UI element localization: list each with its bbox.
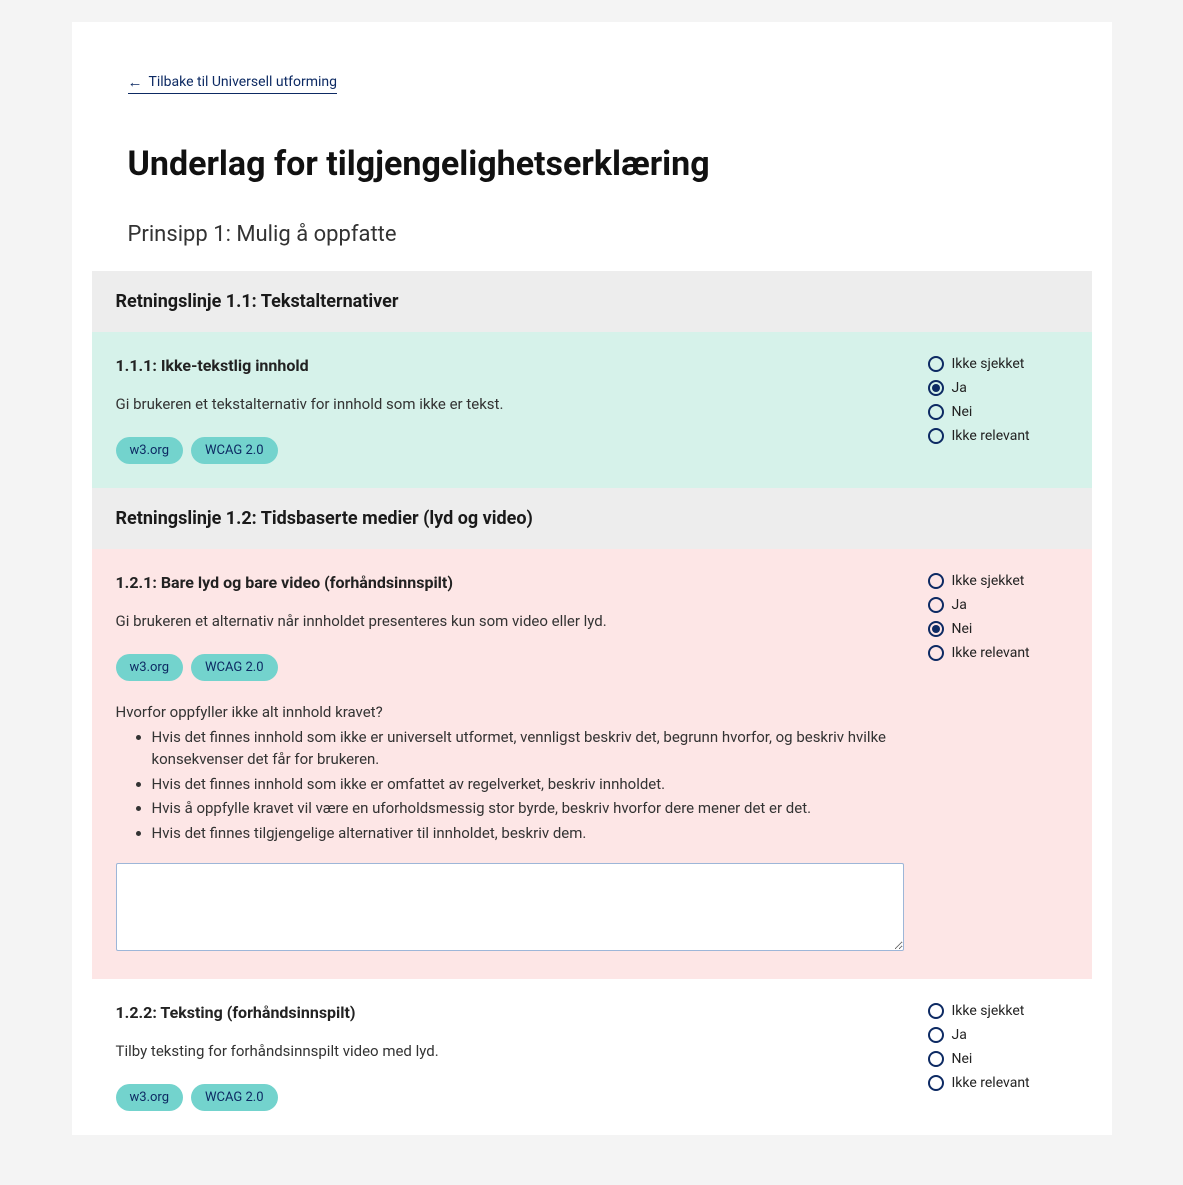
followup-bullet: Hvis å oppfylle kravet vil være en uforh… — [152, 798, 904, 820]
radio-label: Ja — [952, 597, 967, 613]
radio-icon — [928, 380, 944, 396]
back-link-label: Tilbake til Universell utforming — [149, 74, 338, 90]
followup-bullet: Hvis det finnes innhold som ikke er univ… — [152, 727, 904, 771]
criterion-block: 1.2.1: Bare lyd og bare video (forhåndsi… — [92, 549, 1092, 979]
guideline-header: Retningslinje 1.1: Tekstalternativer — [92, 271, 1092, 332]
tag-wcag[interactable]: WCAG 2.0 — [191, 437, 278, 464]
back-link[interactable]: ← Tilbake til Universell utforming — [128, 73, 338, 94]
radio-icon — [928, 1075, 944, 1091]
criterion-title: 1.2.2: Teksting (forhåndsinnspilt) — [116, 1003, 904, 1022]
criterion-title: 1.1.1: Ikke-tekstlig innhold — [116, 356, 904, 375]
radio-not-checked[interactable]: Ikke sjekket — [928, 573, 1068, 589]
radio-icon — [928, 428, 944, 444]
followup-bullet: Hvis det finnes innhold som ikke er omfa… — [152, 774, 904, 796]
radio-no[interactable]: Nei — [928, 1051, 1068, 1067]
radio-icon — [928, 597, 944, 613]
criterion-title: 1.2.1: Bare lyd og bare video (forhåndsi… — [116, 573, 904, 592]
radio-not-relevant[interactable]: Ikke relevant — [928, 428, 1068, 444]
radio-not-checked[interactable]: Ikke sjekket — [928, 1003, 1068, 1019]
radio-not-checked[interactable]: Ikke sjekket — [928, 356, 1068, 372]
radio-icon — [928, 573, 944, 589]
radio-icon — [928, 404, 944, 420]
tag-wcag[interactable]: WCAG 2.0 — [191, 654, 278, 681]
radio-label: Ikke relevant — [952, 428, 1030, 444]
radio-label: Ikke sjekket — [952, 573, 1025, 589]
followup-prompt: Hvorfor oppfyller ikke alt innhold krave… — [116, 703, 904, 721]
radio-group: Ikke sjekket Ja Nei Ikke relevant — [928, 356, 1068, 444]
tag-wcag[interactable]: WCAG 2.0 — [191, 1084, 278, 1111]
radio-label: Ikke sjekket — [952, 356, 1025, 372]
radio-label: Ikke relevant — [952, 1075, 1030, 1091]
followup-bullet: Hvis det finnes tilgjengelige alternativ… — [152, 823, 904, 845]
principle-heading: Prinsipp 1: Mulig å oppfatte — [128, 222, 1056, 247]
radio-icon — [928, 1003, 944, 1019]
radio-group: Ikke sjekket Ja Nei Ikke relevant — [928, 573, 1068, 661]
radio-label: Ja — [952, 380, 967, 396]
followup-textarea[interactable] — [116, 863, 904, 951]
radio-label: Ikke relevant — [952, 645, 1030, 661]
radio-yes[interactable]: Ja — [928, 380, 1068, 396]
radio-yes[interactable]: Ja — [928, 1027, 1068, 1043]
radio-label: Nei — [952, 621, 973, 637]
criterion-name: Ikke-tekstlig innhold — [161, 356, 309, 375]
followup-section: Hvorfor oppfyller ikke alt innhold krave… — [116, 703, 904, 955]
radio-label: Ikke sjekket — [952, 1003, 1025, 1019]
arrow-left-icon: ← — [128, 73, 143, 91]
radio-not-relevant[interactable]: Ikke relevant — [928, 645, 1068, 661]
radio-icon — [928, 356, 944, 372]
criterion-description: Gi brukeren et alternativ når innholdet … — [116, 612, 904, 630]
radio-icon — [928, 1027, 944, 1043]
radio-label: Nei — [952, 1051, 973, 1067]
tag-w3org[interactable]: w3.org — [116, 654, 184, 681]
radio-label: Nei — [952, 404, 973, 420]
radio-no[interactable]: Nei — [928, 404, 1068, 420]
radio-no[interactable]: Nei — [928, 621, 1068, 637]
tag-w3org[interactable]: w3.org — [116, 437, 184, 464]
criterion-code: 1.2.2: — [116, 1003, 157, 1022]
criterion-block: 1.1.1: Ikke-tekstlig innhold Gi brukeren… — [92, 332, 1092, 488]
criterion-block: 1.2.2: Teksting (forhåndsinnspilt) Tilby… — [92, 979, 1092, 1135]
radio-icon — [928, 621, 944, 637]
radio-group: Ikke sjekket Ja Nei Ikke relevant — [928, 1003, 1068, 1091]
criterion-name: Bare lyd og bare video (forhåndsinnspilt… — [161, 573, 453, 592]
radio-label: Ja — [952, 1027, 967, 1043]
radio-icon — [928, 1051, 944, 1067]
radio-not-relevant[interactable]: Ikke relevant — [928, 1075, 1068, 1091]
radio-yes[interactable]: Ja — [928, 597, 1068, 613]
tag-w3org[interactable]: w3.org — [116, 1084, 184, 1111]
guideline-header: Retningslinje 1.2: Tidsbaserte medier (l… — [92, 488, 1092, 549]
criterion-description: Tilby teksting for forhåndsinnspilt vide… — [116, 1042, 904, 1060]
criterion-code: 1.1.1: — [116, 356, 157, 375]
criterion-name: Teksting (forhåndsinnspilt) — [160, 1003, 355, 1022]
followup-bullets: Hvis det finnes innhold som ikke er univ… — [116, 727, 904, 845]
criterion-description: Gi brukeren et tekstalternativ for innho… — [116, 395, 904, 413]
page-title: Underlag for tilgjengelighetserklæring — [128, 144, 1056, 184]
radio-icon — [928, 645, 944, 661]
criterion-code: 1.2.1: — [116, 573, 157, 592]
